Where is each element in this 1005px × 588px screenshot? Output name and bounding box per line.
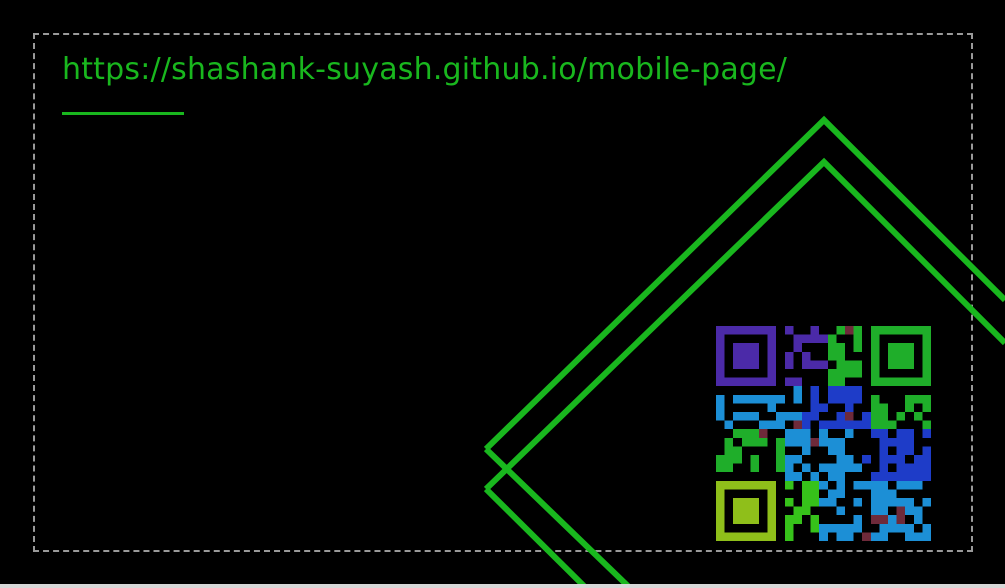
qr-code-icon[interactable] [716,326,931,541]
outer-diamond-bottom-line [483,446,633,588]
business-card: https://shashank-suyash.github.io/mobile… [0,0,1005,588]
bottom-edge-strip [0,584,1005,588]
website-url-link[interactable]: https://shashank-suyash.github.io/mobile… [62,52,787,87]
inner-diamond-bottom-line [483,486,589,588]
url-underline [62,112,184,115]
